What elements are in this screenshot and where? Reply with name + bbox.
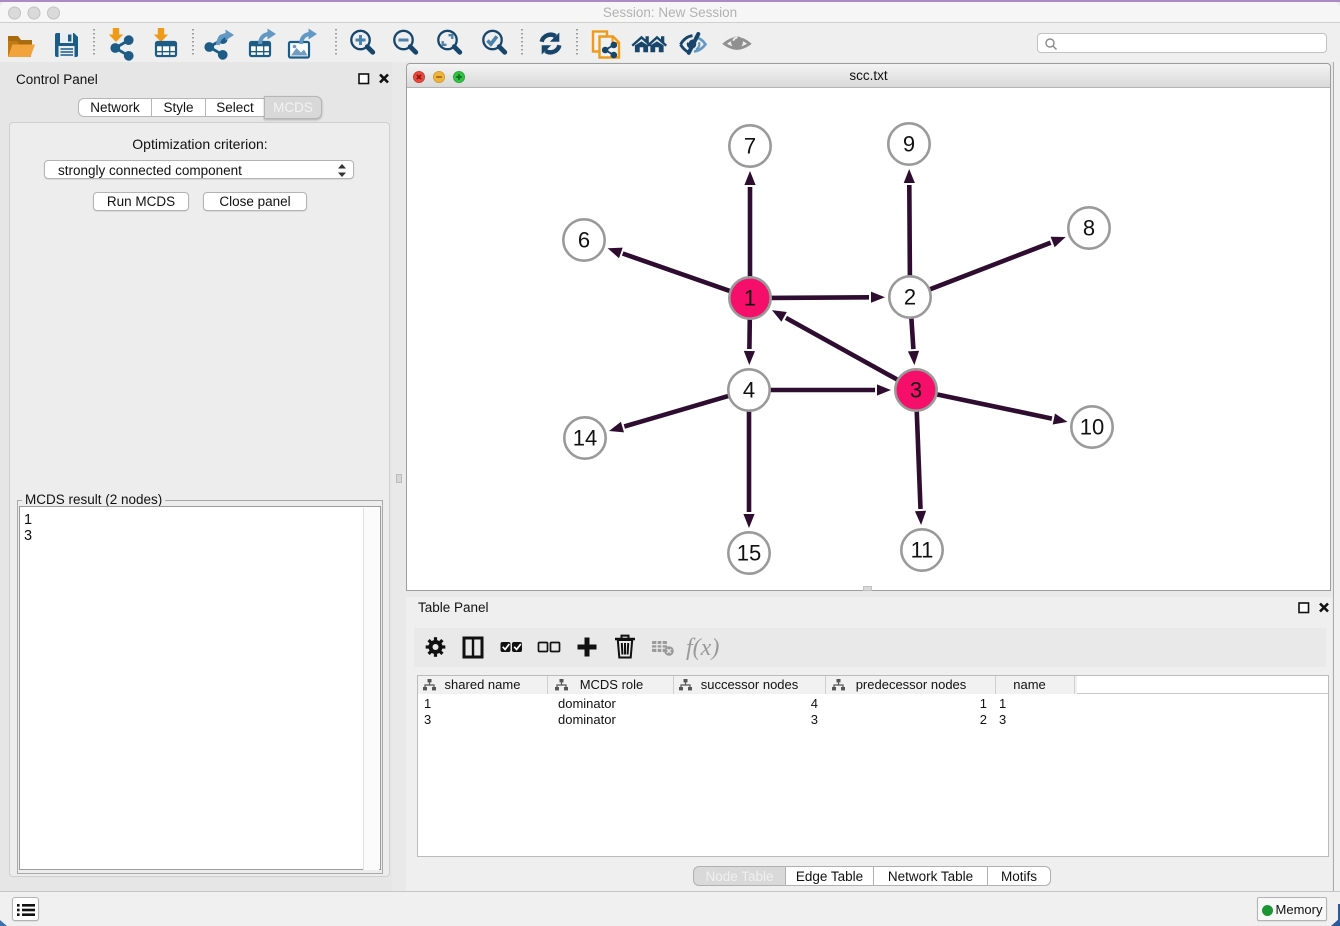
- svg-text:7: 7: [744, 134, 756, 159]
- svg-text:f(x): f(x): [686, 635, 719, 661]
- svg-text:10: 10: [1080, 415, 1104, 440]
- svg-text:15: 15: [737, 541, 761, 566]
- svg-text:9: 9: [903, 132, 915, 157]
- svg-text:2: 2: [904, 285, 916, 310]
- svg-text:3: 3: [910, 378, 922, 403]
- svg-text:14: 14: [573, 426, 597, 451]
- svg-text:1: 1: [744, 286, 756, 311]
- svg-text:8: 8: [1083, 216, 1095, 241]
- svg-text:6: 6: [578, 228, 590, 253]
- svg-text:11: 11: [911, 538, 934, 563]
- svg-text:4: 4: [743, 378, 755, 403]
